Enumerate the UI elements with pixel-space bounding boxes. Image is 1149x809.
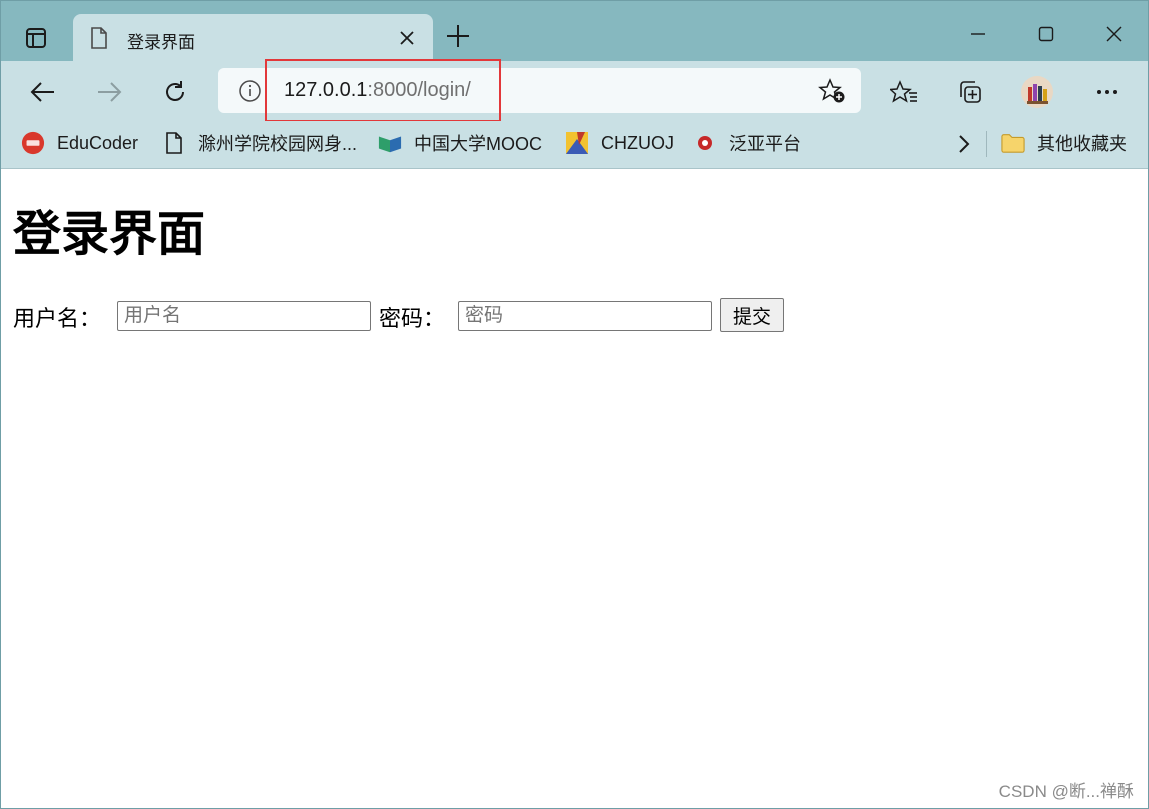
bookmark-label: 中国大学MOOC [414, 134, 542, 154]
close-icon [1106, 26, 1122, 42]
bookmark-label: CHZUOJ [601, 132, 674, 153]
close-tab-icon[interactable] [399, 30, 415, 46]
mooc-icon [378, 131, 402, 155]
profile-button[interactable] [1020, 75, 1054, 109]
more-icon [1097, 90, 1117, 94]
navigation-toolbar: 127.0.0.1:8000/login/ [1, 61, 1148, 121]
bookmarks-divider [986, 131, 987, 157]
close-window-button[interactable] [1099, 19, 1129, 49]
title-bar: 登录界面 [1, 1, 1148, 62]
bookmark-label: 滁州学院校园网身... [198, 134, 358, 154]
bookmark-fanya[interactable]: 泛亚平台 [693, 129, 801, 157]
new-tab-icon[interactable] [445, 23, 471, 49]
bookmark-educoder[interactable]: EduCoder [21, 129, 138, 157]
collections-icon [960, 81, 981, 103]
bookmarks-overflow-button[interactable] [947, 127, 981, 161]
page-title: 登录界面 [13, 208, 206, 261]
page-icon [162, 131, 186, 155]
chzuoj-icon [565, 131, 589, 155]
password-label: 密码： [379, 306, 446, 331]
collections-button[interactable] [953, 75, 987, 109]
tab-actions-button[interactable] [17, 19, 55, 57]
watermark: CSDN @断...禅酥 [998, 782, 1134, 801]
refresh-icon [166, 81, 184, 101]
minimize-icon [971, 33, 985, 35]
fanya-icon [693, 131, 717, 155]
minimize-button[interactable] [963, 19, 993, 49]
add-favorite-icon[interactable] [818, 78, 846, 104]
bookmark-label: 其他收藏夹 [1037, 134, 1127, 154]
tab-title: 登录界面 [127, 33, 195, 52]
submit-button[interactable]: 提交 [720, 298, 784, 332]
favorites-icon [890, 80, 917, 103]
url-highlight-box [265, 59, 501, 122]
bookmark-chuzhou-campus[interactable]: 滁州学院校园网身... [162, 129, 357, 157]
maximize-icon [1038, 26, 1054, 42]
password-input[interactable] [458, 301, 712, 331]
bookmarks-bar: EduCoder 滁州学院校园网身... 中国大学MOOC CHZUOJ 泛亚平… [1, 121, 1148, 169]
bookmark-chzuoj[interactable]: CHZUOJ [565, 129, 674, 157]
browser-window: 登录界面 127.0.0.1:8000/login/ EduCoder 滁州学院… [0, 0, 1149, 809]
favorites-button[interactable] [887, 75, 921, 109]
info-icon[interactable] [238, 79, 262, 103]
bookmark-other-favorites[interactable]: 其他收藏夹 [1001, 129, 1127, 157]
bookmark-label: 泛亚平台 [729, 134, 801, 154]
page-icon [91, 27, 107, 49]
username-label: 用户名： [13, 306, 102, 331]
browser-tab[interactable]: 登录界面 [73, 14, 433, 62]
forward-arrow-icon [98, 82, 122, 102]
avatar-icon [1021, 76, 1053, 108]
forward-button[interactable] [92, 75, 126, 109]
bookmark-label: EduCoder [57, 132, 139, 153]
folder-icon [1001, 131, 1025, 155]
back-button[interactable] [26, 75, 60, 109]
page-content: 登录界面 用户名： 密码： 提交 CSDN @断...禅酥 [1, 169, 1148, 808]
refresh-button[interactable] [158, 75, 192, 109]
back-arrow-icon [30, 82, 54, 102]
bookmark-icourse-mooc[interactable]: 中国大学MOOC [378, 129, 542, 157]
username-input[interactable] [117, 301, 371, 331]
maximize-button[interactable] [1031, 19, 1061, 49]
toutiao-icon [21, 131, 45, 155]
tab-actions-icon [26, 28, 46, 48]
chevron-right-icon [959, 135, 970, 153]
more-options-button[interactable] [1090, 75, 1124, 109]
